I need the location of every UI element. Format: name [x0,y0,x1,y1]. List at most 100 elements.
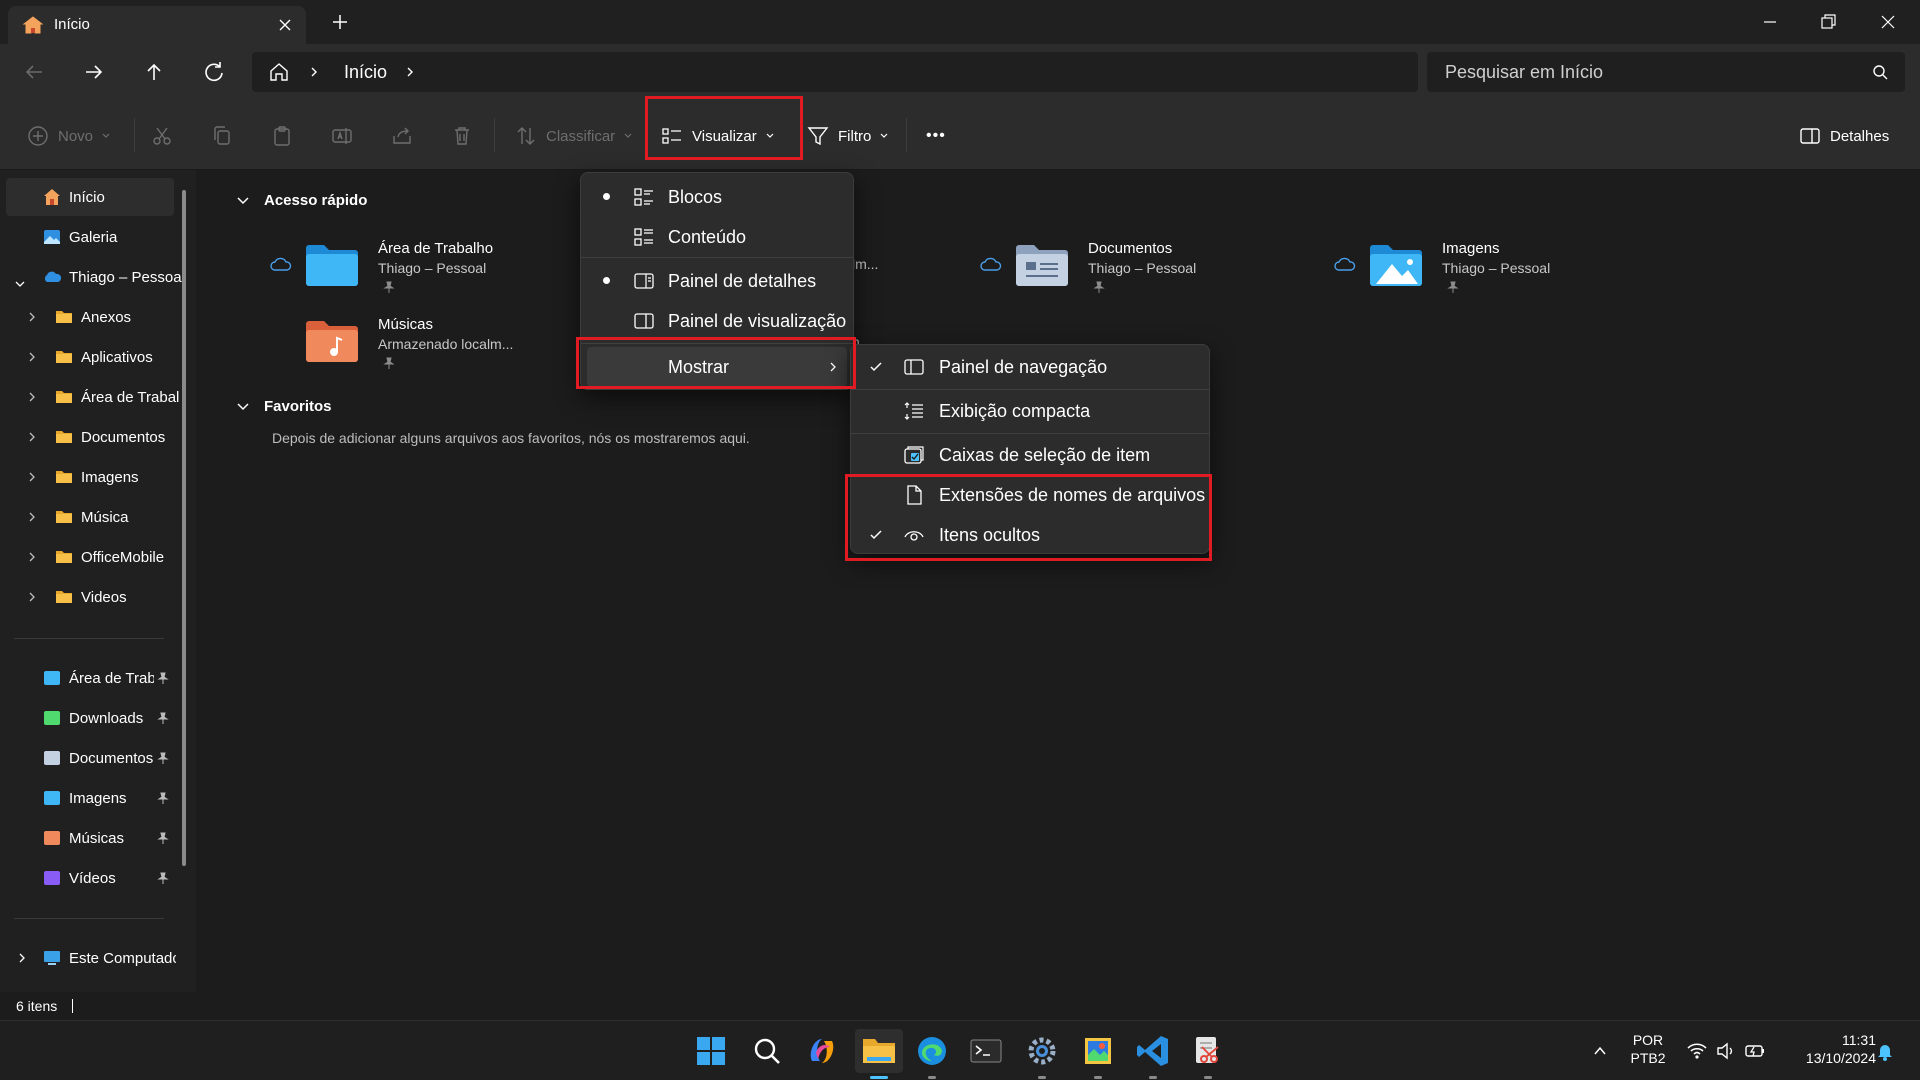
menu-item-details-pane[interactable]: Painel de detalhes [581,261,853,301]
quick-access-header[interactable]: Acesso rápido [236,192,367,209]
forward-icon[interactable] [80,58,108,86]
search-icon[interactable] [749,1033,785,1069]
delete-icon[interactable] [450,124,474,148]
more-options-button[interactable]: ••• [926,122,946,150]
sidebar-pinned-item[interactable]: Músicas [42,820,154,856]
sidebar-scrollbar[interactable] [182,190,186,866]
paste-icon[interactable] [270,124,294,148]
running-app-indicator [1038,1076,1046,1079]
menu-item-preview-pane[interactable]: Painel de visualização [581,301,853,341]
search-placeholder[interactable]: Pesquisar em Início [1445,62,1603,83]
menu-item-navigation-pane[interactable]: Painel de navegação [851,347,1209,387]
toolbar-divider [906,118,907,152]
chevron-right-icon[interactable] [26,351,38,363]
chevron-right-icon[interactable] [16,952,28,964]
quick-access-tile-pictures[interactable]: Imagens Thiago – Pessoal [1334,232,1634,302]
tab-inicio[interactable]: Início [8,6,306,44]
clock[interactable]: 11:31 13/10/2024 [1780,1031,1876,1067]
sidebar-item-onedrive[interactable]: Thiago – Pessoa [42,259,182,295]
search-icon[interactable] [1871,63,1889,81]
close-tab-icon[interactable] [274,14,296,36]
menu-item-label: Exibição compacta [939,401,1091,421]
sidebar-folder-item[interactable]: Aplicativos [54,339,180,375]
pin-icon[interactable] [156,671,170,685]
sidebar-folder-item[interactable]: Videos [54,579,180,615]
pin-icon[interactable] [156,751,170,765]
terminal-icon[interactable] [968,1033,1004,1069]
chevron-right-icon[interactable] [26,511,38,523]
chevron-down-icon[interactable] [14,278,26,290]
quick-access-tile-music[interactable]: Músicas Armazenado localm... [270,308,530,378]
sidebar-folder-item[interactable]: OfficeMobile [54,539,180,575]
restore-icon[interactable] [1814,8,1842,36]
copy-icon[interactable] [210,124,234,148]
edge-icon[interactable] [914,1033,950,1069]
menu-item-compact-view[interactable]: Exibição compacta [851,391,1209,431]
chevron-right-icon[interactable] [26,311,38,323]
wifi-icon[interactable] [1686,1041,1708,1061]
sidebar-pinned-item[interactable]: Documentos [42,740,154,776]
sidebar-folder-item[interactable]: Documentos [54,419,180,455]
close-window-icon[interactable] [1874,8,1902,36]
menu-item-label: Conteúdo [668,227,747,247]
quick-access-tile-documents[interactable]: Documentos Thiago – Pessoal [980,232,1280,302]
sidebar-item-gallery[interactable]: Galeria [42,219,182,255]
menu-item-tiles[interactable]: Blocos [581,177,853,217]
sort-button[interactable]: Classificar [514,122,633,150]
copilot-icon[interactable] [804,1033,840,1069]
menu-item-content[interactable]: Conteúdo [581,217,853,257]
chevron-right-icon[interactable] [26,471,38,483]
paint-icon[interactable] [1080,1033,1116,1069]
input-language-indicator[interactable]: POR PTB2 [1626,1031,1670,1067]
up-icon[interactable] [140,58,168,86]
home-icon[interactable] [268,62,290,82]
new-button[interactable]: Novo [26,122,111,150]
settings-icon[interactable] [1024,1033,1060,1069]
main-content: Acesso rápido Área de Trabalho Thiago – … [196,170,1920,992]
sidebar-pinned-item[interactable]: Vídeos [42,860,154,896]
chevron-right-icon[interactable] [26,391,38,403]
quick-access-tile-desktop[interactable]: Área de Trabalho Thiago – Pessoal [270,232,530,302]
menu-item-item-checkboxes[interactable]: Caixas de seleção de item [851,435,1209,475]
chevron-right-icon[interactable] [308,66,320,78]
sidebar-pinned-item[interactable]: Downloads [42,700,154,736]
chevron-right-icon[interactable] [26,591,38,603]
refresh-icon[interactable] [200,58,228,86]
chevron-right-icon[interactable] [26,551,38,563]
share-icon[interactable] [390,124,414,148]
sidebar-item-this-pc[interactable]: Este Computadc [42,940,176,976]
new-tab-icon[interactable] [328,10,352,34]
sidebar-pinned-item[interactable]: Área de Trab [42,660,154,696]
filter-button[interactable]: Filtro [806,122,889,150]
sidebar-folder-item[interactable]: Área de Trabal [54,379,180,415]
pin-icon[interactable] [156,711,170,725]
vscode-icon[interactable] [1135,1033,1171,1069]
pin-icon[interactable] [156,791,170,805]
sidebar-folder-label: Aplicativos [81,348,153,366]
chevron-right-icon[interactable] [404,66,416,78]
sidebar-item-home[interactable]: Início [6,178,174,216]
favorites-header[interactable]: Favoritos [236,398,332,415]
start-icon[interactable] [693,1033,729,1069]
sidebar-folder-item[interactable]: Imagens [54,459,180,495]
chevron-right-icon[interactable] [26,431,38,443]
cut-icon[interactable] [150,124,174,148]
notification-bell-icon[interactable] [1876,1041,1894,1061]
battery-charging-icon[interactable] [1744,1041,1766,1061]
rename-icon[interactable] [330,124,354,148]
details-button[interactable]: Detalhes [1798,122,1889,150]
sidebar-folder-item[interactable]: Anexos [54,299,180,335]
breadcrumb-inicio[interactable]: Início [344,62,387,83]
minimize-icon[interactable] [1756,8,1784,36]
file-explorer-app[interactable] [855,1029,903,1073]
address-bar[interactable]: Início [252,52,1418,92]
sidebar-folder-item[interactable]: Música [54,499,180,535]
pin-icon[interactable] [156,871,170,885]
chevron-up-icon[interactable] [1592,1043,1608,1059]
search-box[interactable]: Pesquisar em Início [1427,52,1905,92]
pin-icon[interactable] [156,831,170,845]
snipping-tool-icon[interactable] [1190,1033,1226,1069]
back-icon[interactable] [20,58,48,86]
volume-icon[interactable] [1716,1041,1736,1061]
sidebar-pinned-item[interactable]: Imagens [42,780,154,816]
